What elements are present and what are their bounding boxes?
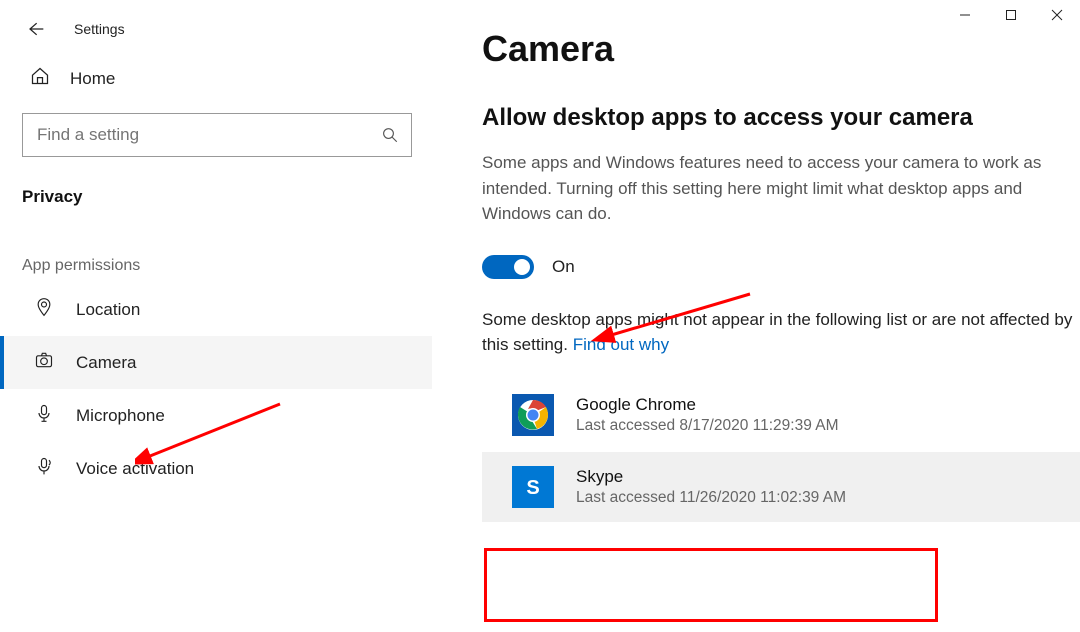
nav-home-label: Home bbox=[70, 69, 115, 89]
sidebar-item-camera[interactable]: Camera bbox=[0, 336, 432, 389]
microphone-icon bbox=[34, 403, 54, 428]
search-input[interactable] bbox=[37, 125, 381, 145]
search-box[interactable] bbox=[22, 113, 412, 157]
search-icon bbox=[381, 126, 399, 144]
content-pane: Camera Allow desktop apps to access your… bbox=[432, 0, 1080, 632]
sub-heading: Allow desktop apps to access your camera bbox=[482, 104, 1080, 132]
app-list: Google Chrome Last accessed 8/17/2020 11… bbox=[482, 380, 1080, 522]
window-title: Settings bbox=[74, 21, 125, 37]
skype-icon: S bbox=[512, 466, 554, 508]
app-last-accessed: Last accessed 11/26/2020 11:02:39 AM bbox=[576, 489, 846, 507]
app-row-chrome[interactable]: Google Chrome Last accessed 8/17/2020 11… bbox=[482, 380, 1080, 450]
home-icon bbox=[30, 66, 50, 91]
camera-access-toggle[interactable] bbox=[482, 255, 534, 279]
sidebar-item-label: Location bbox=[76, 300, 140, 320]
sidebar-item-voice-activation[interactable]: Voice activation bbox=[0, 442, 432, 495]
note-body: Some desktop apps might not appear in th… bbox=[482, 310, 1072, 355]
section-label: App permissions bbox=[0, 213, 432, 283]
sidebar-item-label: Voice activation bbox=[76, 459, 194, 479]
sidebar: Settings Home Privacy App permissions Lo… bbox=[0, 0, 432, 632]
sidebar-item-microphone[interactable]: Microphone bbox=[0, 389, 432, 442]
app-last-accessed: Last accessed 8/17/2020 11:29:39 AM bbox=[576, 417, 839, 435]
page-heading: Camera bbox=[482, 28, 1080, 70]
description-text: Some apps and Windows features need to a… bbox=[482, 150, 1062, 227]
sidebar-item-location[interactable]: Location bbox=[0, 283, 432, 336]
sidebar-item-label: Camera bbox=[76, 353, 136, 373]
find-out-why-link[interactable]: Find out why bbox=[573, 335, 669, 354]
category-label: Privacy bbox=[0, 171, 432, 213]
location-icon bbox=[34, 297, 54, 322]
note-text: Some desktop apps might not appear in th… bbox=[482, 307, 1080, 358]
app-row-skype[interactable]: S Skype Last accessed 11/26/2020 11:02:3… bbox=[482, 452, 1080, 522]
chrome-icon bbox=[512, 394, 554, 436]
minimize-button[interactable] bbox=[942, 0, 988, 30]
toggle-label: On bbox=[552, 257, 575, 277]
toggle-knob bbox=[514, 259, 530, 275]
app-name: Google Chrome bbox=[576, 395, 839, 415]
nav-home[interactable]: Home bbox=[0, 52, 432, 105]
sidebar-item-label: Microphone bbox=[76, 406, 165, 426]
close-button[interactable] bbox=[1034, 0, 1080, 30]
voice-icon bbox=[34, 456, 54, 481]
camera-icon bbox=[34, 350, 54, 375]
back-button[interactable] bbox=[24, 18, 46, 40]
app-name: Skype bbox=[576, 467, 846, 487]
svg-text:S: S bbox=[526, 477, 539, 499]
maximize-button[interactable] bbox=[988, 0, 1034, 30]
